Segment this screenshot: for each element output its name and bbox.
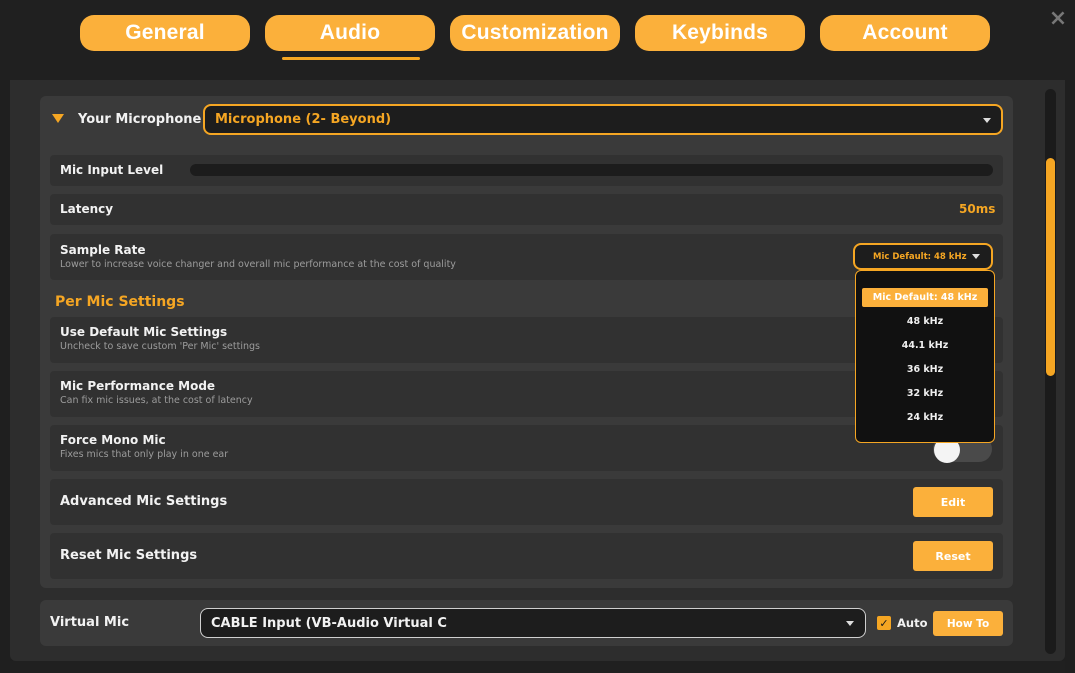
bottom-edge bbox=[10, 661, 1065, 673]
latency-value: 50ms bbox=[959, 202, 996, 216]
microphone-select-value: Microphone (2- Beyond) bbox=[215, 112, 392, 127]
sample-rate-option[interactable]: Mic Default: 48 kHz bbox=[862, 288, 988, 307]
force-mono-label: Force Mono Mic bbox=[60, 433, 166, 447]
reset-mic-label: Reset Mic Settings bbox=[60, 548, 198, 563]
mic-input-level-meter bbox=[190, 164, 993, 176]
force-mono-description: Fixes mics that only play in one ear bbox=[60, 449, 229, 460]
mic-input-level-label: Mic Input Level bbox=[60, 163, 164, 177]
tab-keybinds[interactable]: Keybinds bbox=[635, 15, 805, 51]
chevron-down-icon bbox=[846, 621, 854, 626]
sample-rate-option[interactable]: 44.1 kHz bbox=[862, 336, 988, 355]
auto-checkbox[interactable]: ✓ bbox=[877, 616, 891, 630]
chevron-down-icon bbox=[972, 254, 980, 259]
reset-button[interactable]: Reset bbox=[913, 541, 993, 571]
latency-row bbox=[50, 194, 1003, 225]
tab-account[interactable]: Account bbox=[820, 15, 990, 51]
virtual-mic-label: Virtual Mic bbox=[50, 615, 130, 630]
sample-rate-option[interactable]: 24 kHz bbox=[862, 408, 988, 427]
virtual-mic-select[interactable]: CABLE Input (VB-Audio Virtual C bbox=[200, 608, 866, 638]
latency-label: Latency bbox=[60, 202, 114, 216]
sample-rate-option[interactable]: 36 kHz bbox=[862, 360, 988, 379]
active-tab-indicator bbox=[282, 57, 420, 60]
use-default-mic-label: Use Default Mic Settings bbox=[60, 325, 228, 339]
how-to-button[interactable]: How To bbox=[933, 611, 1003, 636]
virtual-mic-select-value: CABLE Input (VB-Audio Virtual C bbox=[211, 615, 447, 631]
sample-rate-option[interactable]: 48 kHz bbox=[862, 312, 988, 331]
microphone-select[interactable]: Microphone (2- Beyond) bbox=[203, 104, 1003, 135]
advanced-mic-label: Advanced Mic Settings bbox=[60, 494, 228, 509]
collapse-chevron-icon[interactable] bbox=[52, 114, 64, 123]
sample-rate-select-value: Mic Default: 48 kHz bbox=[873, 251, 967, 262]
sample-rate-option[interactable]: 32 kHz bbox=[862, 384, 988, 403]
tab-general[interactable]: General bbox=[80, 15, 250, 51]
microphone-label: Your Microphone bbox=[78, 112, 202, 127]
use-default-mic-description: Uncheck to save custom 'Per Mic' setting… bbox=[60, 341, 260, 352]
tab-customization[interactable]: Customization bbox=[450, 15, 620, 51]
mic-performance-label: Mic Performance Mode bbox=[60, 379, 216, 393]
tab-audio[interactable]: Audio bbox=[265, 15, 435, 51]
edit-button[interactable]: Edit bbox=[913, 487, 993, 517]
close-icon[interactable]: × bbox=[1047, 8, 1069, 30]
sample-rate-label: Sample Rate bbox=[60, 243, 146, 257]
mic-performance-description: Can fix mic issues, at the cost of laten… bbox=[60, 395, 253, 406]
scrollbar-thumb[interactable] bbox=[1046, 158, 1055, 376]
per-mic-settings-heading: Per Mic Settings bbox=[55, 294, 185, 310]
auto-label: Auto bbox=[897, 616, 928, 630]
chevron-down-icon bbox=[983, 118, 991, 123]
sample-rate-description: Lower to increase voice changer and over… bbox=[60, 259, 456, 270]
